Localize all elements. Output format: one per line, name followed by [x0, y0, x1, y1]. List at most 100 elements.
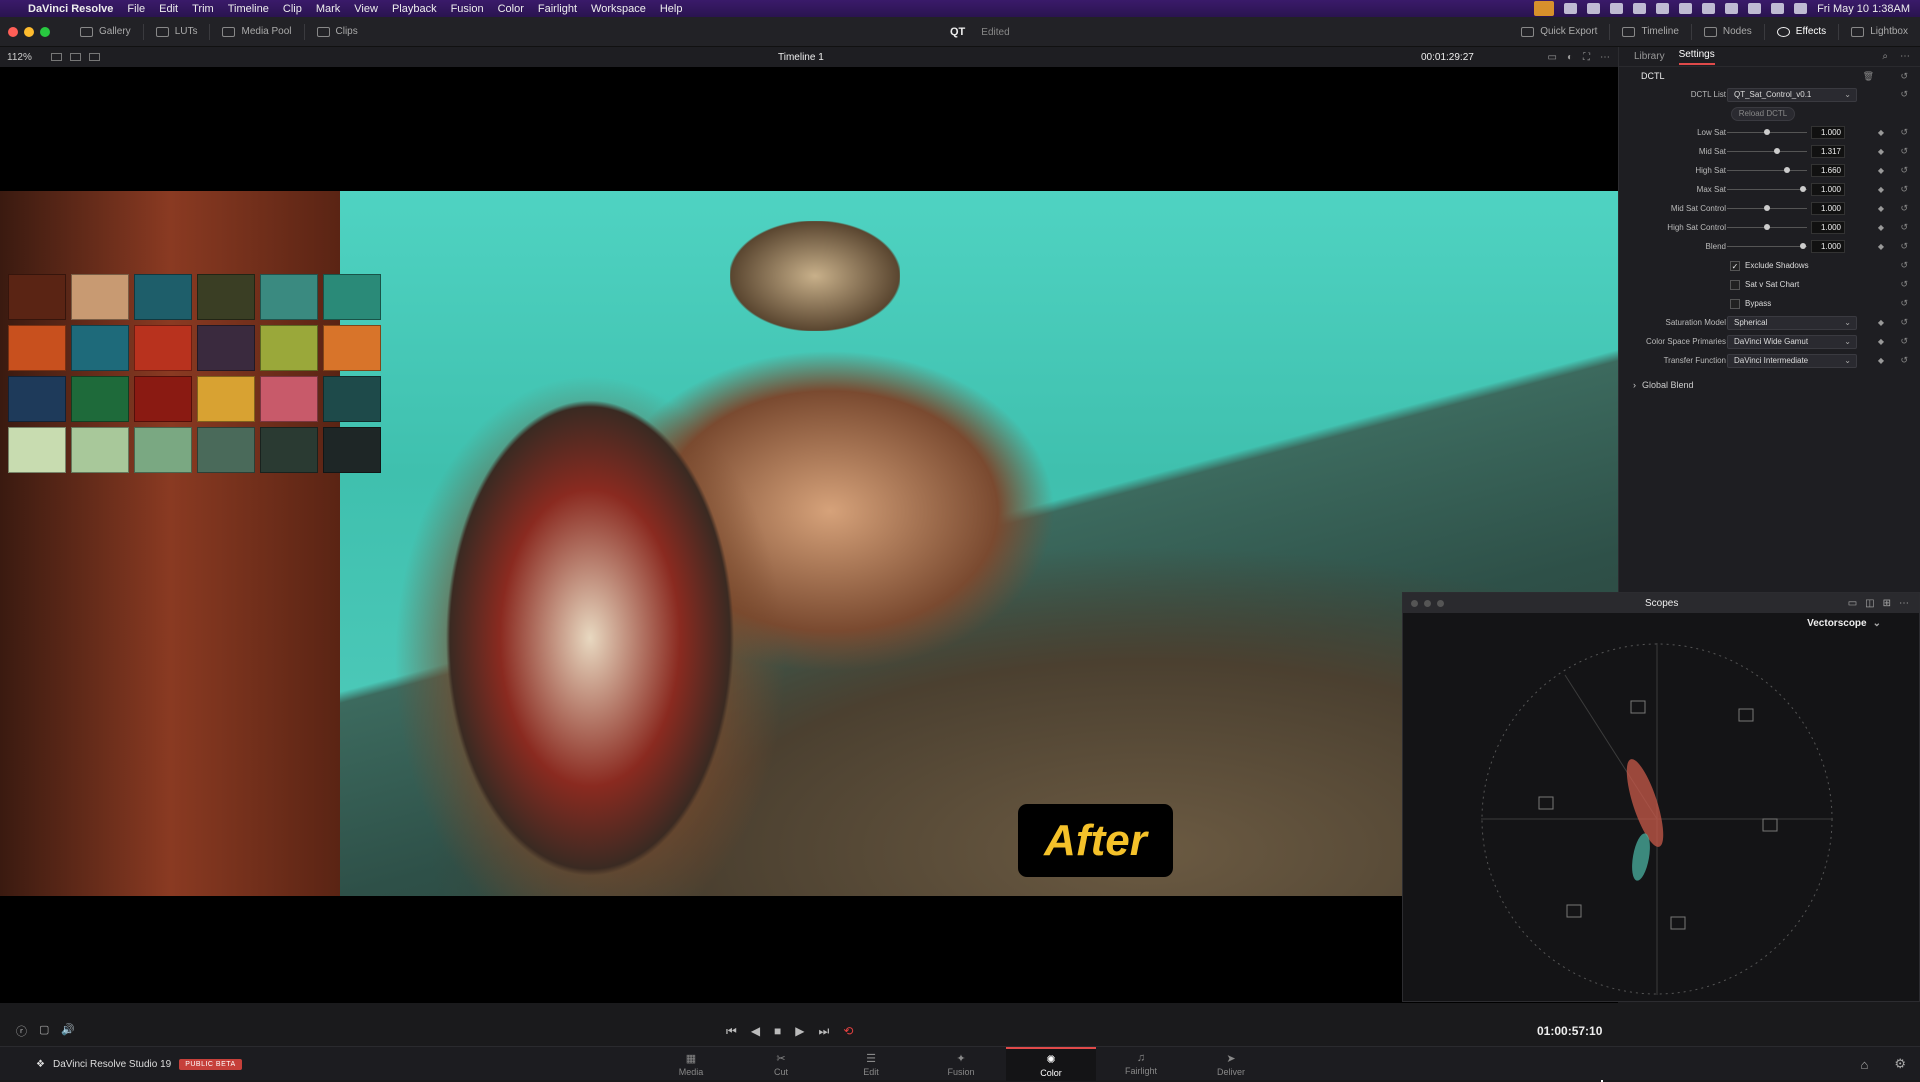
status-icon[interactable] [1587, 3, 1601, 14]
slider-value-field[interactable]: 1.660 [1811, 164, 1845, 177]
zoom-window-button[interactable] [40, 26, 50, 37]
page-tab-edit[interactable]: ☰ Edit [826, 1047, 916, 1081]
menu-help[interactable]: Help [660, 3, 683, 15]
reset-icon[interactable]: ↺ [1900, 89, 1908, 100]
menu-file[interactable]: File [127, 3, 145, 15]
reset-icon[interactable]: ↺ [1900, 336, 1908, 347]
gallery-button[interactable]: Gallery [68, 17, 143, 46]
dropdown-select[interactable]: Spherical ⌄ [1727, 315, 1857, 330]
viewer-mode-icon[interactable] [51, 53, 62, 61]
slider-value-field[interactable]: 1.000 [1811, 126, 1845, 139]
close-window-button[interactable] [8, 26, 18, 37]
minimize-window-button[interactable] [24, 26, 34, 37]
control-center-icon[interactable] [1794, 3, 1808, 14]
split-view-icon[interactable] [70, 53, 81, 61]
app-menu[interactable]: DaVinci Resolve [28, 3, 113, 15]
page-tab-color[interactable]: ✺ Color [1006, 1047, 1096, 1081]
keyframe-icon[interactable]: ◆ [1878, 318, 1884, 327]
timeline-select[interactable]: Timeline 1 [778, 52, 824, 63]
slider-value-field[interactable]: 1.317 [1811, 145, 1845, 158]
page-tab-fairlight[interactable]: ♫ Fairlight [1096, 1047, 1186, 1081]
quick-export-button[interactable]: Quick Export [1509, 17, 1609, 46]
keyframe-icon[interactable]: ◆ [1878, 128, 1884, 137]
slider-handle[interactable] [1773, 148, 1780, 154]
slider-handle[interactable] [1764, 129, 1770, 135]
reset-icon[interactable]: ↺ [1900, 260, 1908, 271]
checkbox[interactable]: ✓ [1730, 260, 1740, 271]
keyframe-icon[interactable]: ◆ [1878, 242, 1884, 251]
page-tab-deliver[interactable]: ➤ Deliver [1186, 1047, 1276, 1081]
minimize-window-button[interactable] [1424, 599, 1431, 607]
dropdown-select[interactable]: DaVinci Intermediate ⌄ [1727, 353, 1857, 368]
slider-track[interactable] [1727, 205, 1807, 211]
page-tab-media[interactable]: ▦ Media [646, 1047, 736, 1081]
chevron-down-icon[interactable]: ⌄ [1873, 618, 1881, 629]
keyframe-icon[interactable]: ◆ [1878, 223, 1884, 232]
menu-playback[interactable]: Playback [392, 3, 437, 15]
stop-icon[interactable]: ■ [774, 1024, 781, 1039]
slider-handle[interactable] [1800, 243, 1806, 249]
lightbox-button[interactable]: Lightbox [1839, 17, 1920, 46]
reset-icon[interactable]: ↺ [1900, 279, 1908, 290]
go-to-end-icon[interactable]: ⏭ [819, 1024, 830, 1039]
menu-color[interactable]: Color [498, 3, 524, 15]
status-icon[interactable] [1564, 3, 1578, 14]
dual-view-icon[interactable]: ◫ [1865, 598, 1874, 609]
reset-icon[interactable]: ↺ [1900, 222, 1908, 233]
reset-icon[interactable]: ↺ [1900, 165, 1908, 176]
trash-icon[interactable]: 🗑 [1863, 71, 1874, 82]
effects-button[interactable]: Effects [1765, 17, 1838, 46]
more-options-icon[interactable]: ⋯ [1899, 598, 1909, 609]
page-tab-fusion[interactable]: ✦ Fusion [916, 1047, 1006, 1081]
menu-view[interactable]: View [354, 3, 378, 15]
slider-value-field[interactable]: 1.000 [1811, 202, 1845, 215]
home-icon[interactable]: ⌂ [1860, 1057, 1868, 1072]
menu-timeline[interactable]: Timeline [228, 3, 269, 15]
menu-mark[interactable]: Mark [316, 3, 340, 15]
zoom-select[interactable]: 112% [7, 52, 43, 63]
cloud-icon[interactable] [1656, 3, 1670, 14]
slider-handle[interactable] [1764, 224, 1770, 230]
menu-workspace[interactable]: Workspace [591, 3, 646, 15]
wifi-icon[interactable] [1748, 3, 1762, 14]
reset-icon[interactable]: ↺ [1900, 127, 1908, 138]
keyframe-icon[interactable]: ◆ [1878, 356, 1884, 365]
menu-trim[interactable]: Trim [192, 3, 214, 15]
tab-settings[interactable]: Settings [1678, 49, 1715, 65]
slider-track[interactable] [1727, 243, 1807, 249]
media-pool-button[interactable]: Media Pool [210, 17, 303, 46]
status-icon[interactable] [1610, 3, 1624, 14]
slider-track[interactable] [1727, 148, 1807, 154]
slider-track[interactable] [1727, 167, 1807, 173]
play-icon[interactable]: ▶ [795, 1024, 804, 1039]
slider-handle[interactable] [1764, 205, 1770, 211]
dctl-list-select[interactable]: QT_Sat_Control_v0.1 ⌄ [1727, 87, 1857, 102]
keyframe-icon[interactable]: ◆ [1878, 166, 1884, 175]
fullscreen-icon[interactable]: ⛶ [1583, 52, 1590, 63]
status-icon[interactable] [1702, 3, 1716, 14]
keyframe-icon[interactable]: ◆ [1878, 185, 1884, 194]
slider-track[interactable] [1727, 129, 1807, 135]
reset-icon[interactable]: ↺ [1900, 71, 1908, 82]
wipe-icon[interactable] [89, 53, 100, 61]
menu-fairlight[interactable]: Fairlight [538, 3, 577, 15]
slider-handle[interactable] [1800, 186, 1806, 192]
scope-type-select[interactable]: Vectorscope [1807, 618, 1866, 629]
source-timecode[interactable]: 00:01:29:27 [1421, 52, 1474, 63]
nodes-button[interactable]: Nodes [1692, 17, 1764, 46]
status-icon[interactable] [1725, 3, 1739, 14]
gear-icon[interactable]: ⚙ [1894, 1056, 1906, 1072]
dropdown-select[interactable]: DaVinci Wide Gamut ⌄ [1727, 334, 1857, 349]
status-icon[interactable] [1633, 3, 1647, 14]
single-view-icon[interactable]: ▭ [1848, 598, 1857, 609]
reset-icon[interactable]: ↺ [1900, 203, 1908, 214]
search-icon[interactable]: ⌕ [1882, 51, 1888, 62]
menubar-clock[interactable]: Fri May 10 1:38AM [1817, 3, 1910, 15]
viewer-settings-icon[interactable]: ▭ [1548, 52, 1557, 63]
go-to-start-icon[interactable]: ⏮ [726, 1024, 737, 1039]
close-window-button[interactable] [1411, 599, 1418, 607]
reload-dctl-button[interactable]: Reload DCTL [1731, 106, 1795, 121]
checkbox[interactable] [1730, 298, 1740, 309]
luts-button[interactable]: LUTs [144, 17, 210, 46]
status-icon[interactable] [1679, 3, 1693, 14]
